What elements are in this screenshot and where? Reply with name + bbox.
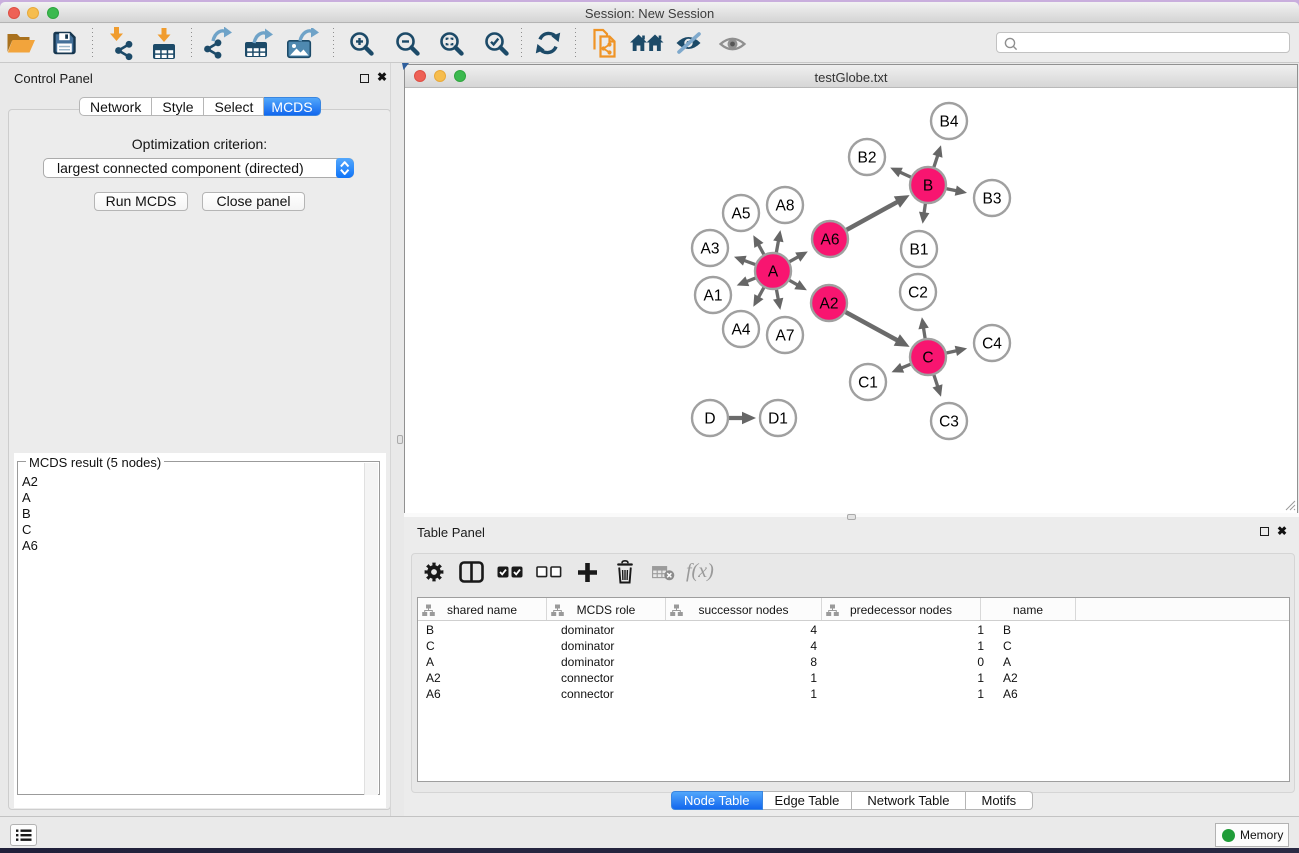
svg-text:B: B <box>923 178 933 195</box>
svg-text:A3: A3 <box>701 241 720 258</box>
svg-text:A6: A6 <box>821 232 840 249</box>
svg-text:A8: A8 <box>776 198 795 215</box>
svg-text:D: D <box>704 411 715 428</box>
svg-text:A: A <box>768 264 779 281</box>
svg-text:A5: A5 <box>732 206 751 223</box>
svg-text:C1: C1 <box>858 375 878 392</box>
svg-text:B4: B4 <box>940 114 959 131</box>
svg-text:A1: A1 <box>704 288 723 305</box>
svg-text:B3: B3 <box>983 191 1002 208</box>
svg-text:C: C <box>922 350 933 367</box>
svg-text:D1: D1 <box>768 411 788 428</box>
svg-text:B1: B1 <box>910 242 929 259</box>
svg-text:C4: C4 <box>982 336 1002 353</box>
svg-text:C2: C2 <box>908 285 928 302</box>
svg-text:C3: C3 <box>939 414 959 431</box>
svg-text:A2: A2 <box>820 296 839 313</box>
svg-text:A7: A7 <box>776 328 795 345</box>
svg-text:A4: A4 <box>732 322 751 339</box>
svg-text:B2: B2 <box>858 150 877 167</box>
